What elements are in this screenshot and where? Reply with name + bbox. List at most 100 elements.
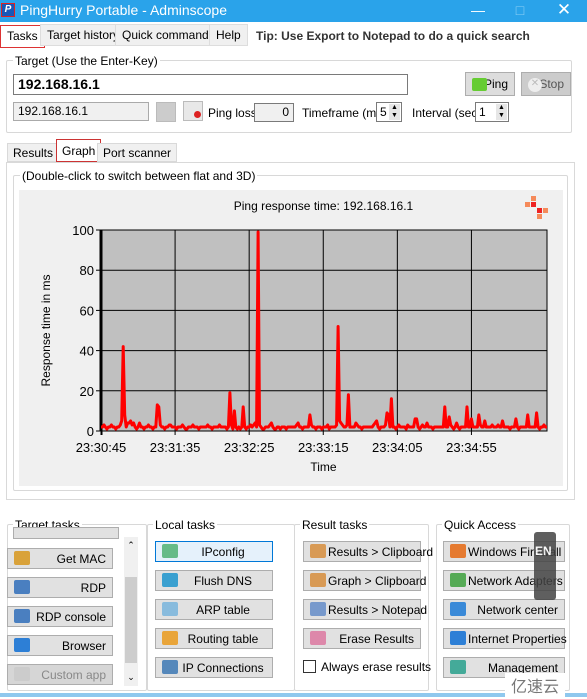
erase-results-button[interactable]: Erase Results bbox=[303, 628, 421, 649]
logo-pixel bbox=[543, 208, 548, 213]
tab-quick-commands[interactable]: Quick commands bbox=[115, 24, 222, 46]
timeframe-value: 5 bbox=[380, 105, 387, 119]
link-icon bbox=[162, 660, 178, 674]
ime-indicator[interactable]: EN bbox=[534, 532, 556, 600]
x-tick-label: 23:34:05 bbox=[372, 440, 423, 455]
tab-target-history[interactable]: Target history bbox=[40, 24, 127, 46]
subtab-results[interactable]: Results bbox=[7, 143, 60, 162]
clipboard-icon bbox=[310, 544, 326, 558]
y-tick-label: 60 bbox=[80, 303, 94, 318]
minimize-button[interactable]: — bbox=[458, 0, 498, 22]
ie-icon bbox=[450, 631, 466, 645]
logo-pixel bbox=[525, 202, 530, 207]
y-axis-label: Response time in ms bbox=[39, 274, 53, 386]
title-bar: P PingHurry Portable - Adminscope — □ ✕ bbox=[0, 0, 587, 22]
arp-table-button[interactable]: ARP table bbox=[155, 599, 273, 620]
button-label: IP Connections bbox=[182, 661, 264, 675]
logo-pixel bbox=[537, 214, 542, 219]
button-label: Flush DNS bbox=[193, 574, 252, 588]
maximize-button[interactable]: □ bbox=[500, 0, 540, 22]
interval-label: Interval (sec) bbox=[412, 106, 482, 120]
button-label: Results > Clipboard bbox=[328, 545, 434, 559]
logo-pixel bbox=[537, 208, 542, 213]
x-tick-label: 23:30:45 bbox=[76, 440, 127, 455]
y-tick-label: 80 bbox=[80, 263, 94, 278]
custom-app-button[interactable]: Custom app bbox=[7, 664, 113, 685]
button-label: Browser bbox=[61, 639, 106, 653]
y-tick-label: 40 bbox=[80, 344, 94, 359]
stop-button[interactable]: ✕ Stop bbox=[521, 72, 571, 96]
logo-pixel bbox=[531, 196, 536, 201]
app-icon bbox=[14, 667, 30, 681]
local-tasks-label: Local tasks bbox=[153, 518, 218, 532]
button-label: Erase Results bbox=[339, 632, 414, 646]
monitor-icon bbox=[14, 580, 30, 594]
always-erase-label: Always erase results bbox=[321, 660, 432, 674]
target-group bbox=[6, 60, 572, 133]
stop-label: Stop bbox=[539, 77, 564, 91]
ping-label: Ping bbox=[483, 77, 508, 91]
ip-connections-button[interactable]: IP Connections bbox=[155, 657, 273, 678]
button-label: Custom app bbox=[41, 668, 106, 682]
target-tasks-scrollbar[interactable]: ⌃ ⌄ bbox=[124, 537, 138, 686]
get-mac-button[interactable]: Get MAC bbox=[7, 548, 113, 569]
ping-button[interactable]: Ping bbox=[465, 72, 515, 96]
rdp-button[interactable]: RDP bbox=[7, 577, 113, 598]
y-tick-label: 0 bbox=[87, 424, 94, 439]
timeframe-stepper[interactable]: 5 ▲ ▼ bbox=[376, 102, 402, 122]
adapter-icon bbox=[450, 573, 466, 587]
button-label: RDP console bbox=[36, 610, 106, 624]
graph-clipboard-button[interactable]: Graph > Clipboard bbox=[303, 570, 426, 591]
always-erase-checkbox[interactable] bbox=[303, 660, 316, 673]
button-label: Routing table bbox=[187, 632, 259, 646]
management-icon bbox=[450, 660, 466, 674]
target-input[interactable]: 192.168.16.1 bbox=[13, 74, 408, 95]
ie-icon bbox=[14, 638, 30, 652]
results-notepad-button[interactable]: Results > Notepad bbox=[303, 599, 427, 620]
ping-loss-value: 0 bbox=[254, 103, 294, 122]
burger-icon bbox=[14, 551, 30, 565]
button-label: ARP table bbox=[196, 603, 250, 617]
x-tick-label: 23:34:55 bbox=[446, 440, 497, 455]
tip-text: Tip: Use Export to Notepad to do a quick… bbox=[256, 29, 530, 43]
browser-button[interactable]: Browser bbox=[7, 635, 113, 656]
routing-icon bbox=[162, 631, 178, 645]
calculator-icon[interactable] bbox=[156, 102, 176, 122]
button-label: Get MAC bbox=[56, 552, 106, 566]
ping-chart[interactable]: Ping response time: 192.168.16.1 0 20 40 60 8… bbox=[19, 190, 563, 486]
graph-group-label: (Double-click to switch between flat and… bbox=[20, 169, 258, 183]
monitor-icon bbox=[14, 609, 30, 623]
routing-table-button[interactable]: Routing table bbox=[155, 628, 273, 649]
button-label: Network center bbox=[477, 603, 558, 617]
resolved-address: 192.168.16.1 bbox=[13, 102, 149, 121]
status-strip bbox=[0, 693, 587, 697]
x-axis-label: Time bbox=[310, 460, 337, 474]
results-clipboard-button[interactable]: Results > Clipboard bbox=[303, 541, 433, 562]
button-label: Internet Properties bbox=[468, 632, 567, 646]
clipboard-icon bbox=[310, 573, 326, 587]
firewall-icon bbox=[450, 544, 466, 558]
close-button[interactable]: ✕ bbox=[544, 0, 584, 22]
interval-value: 1 bbox=[479, 105, 486, 119]
subtab-port-scanner[interactable]: Port scanner bbox=[97, 143, 178, 162]
flush-dns-button[interactable]: Flush DNS bbox=[155, 570, 273, 591]
button-label: RDP bbox=[80, 581, 106, 595]
chart-title: Ping response time: 192.168.16.1 bbox=[234, 199, 414, 213]
app-icon: P bbox=[1, 3, 15, 17]
ime-language: EN bbox=[535, 544, 552, 558]
dns-icon bbox=[162, 573, 178, 587]
ipconfig-button[interactable]: IPconfig bbox=[155, 541, 273, 562]
subtab-graph[interactable]: Graph bbox=[56, 139, 102, 162]
button-label: Graph > Clipboard bbox=[328, 574, 427, 588]
tab-tasks[interactable]: Tasks bbox=[0, 25, 45, 48]
ping-icon bbox=[472, 78, 487, 91]
eraser-icon bbox=[310, 631, 326, 645]
internet-properties-button[interactable]: Internet Properties bbox=[443, 628, 567, 649]
ping-loss-icon[interactable] bbox=[183, 101, 203, 121]
interval-stepper[interactable]: 1 ▲ ▼ bbox=[475, 102, 509, 122]
ping-loss-label: Ping loss bbox=[208, 106, 257, 120]
network-center-button[interactable]: Network center bbox=[443, 599, 565, 620]
rdp-console-button[interactable]: RDP console bbox=[7, 606, 113, 627]
tab-help[interactable]: Help bbox=[209, 24, 248, 46]
partial-button[interactable] bbox=[13, 527, 119, 539]
